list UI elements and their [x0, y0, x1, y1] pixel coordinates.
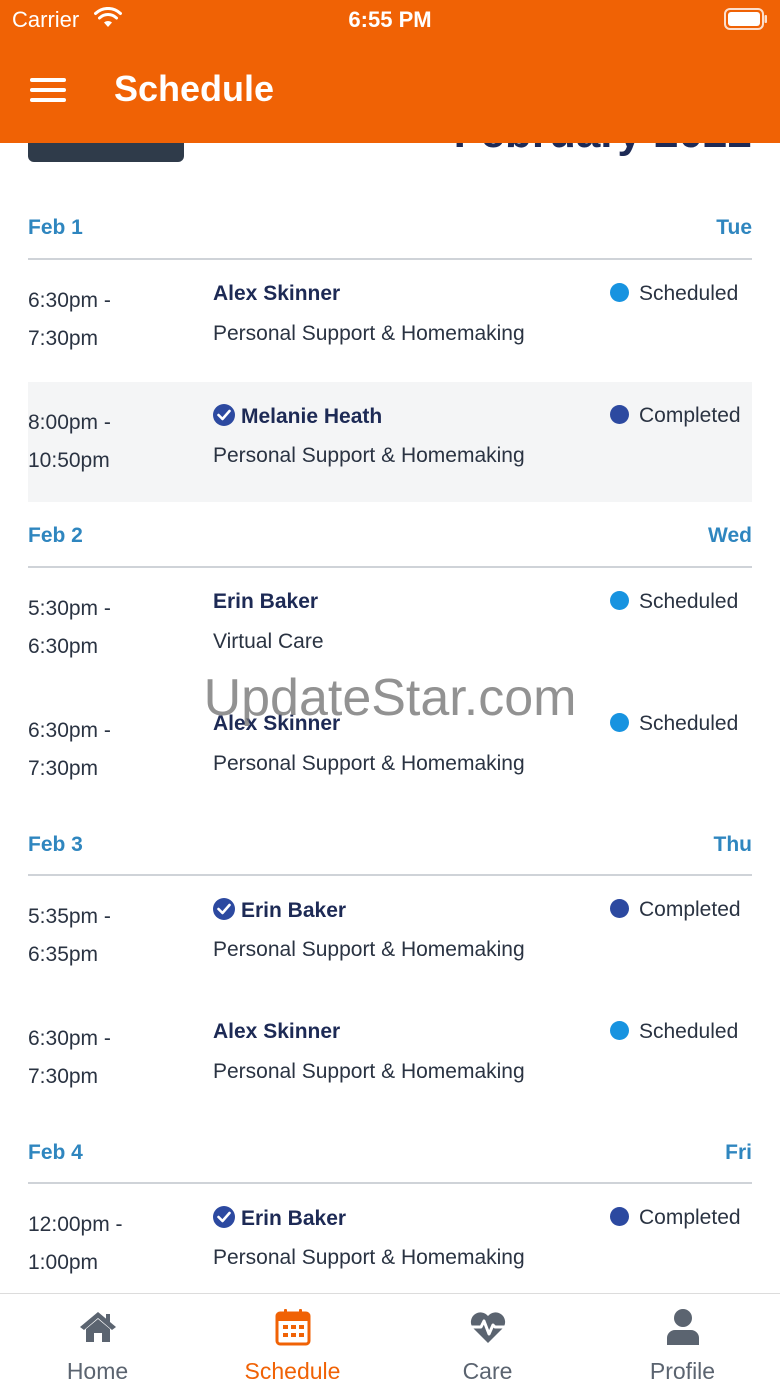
- verified-check-icon: [213, 898, 235, 920]
- day-header: Feb 3 Thu: [28, 833, 752, 869]
- caregiver-name: Erin Baker: [213, 898, 346, 923]
- status-text: Completed: [639, 898, 741, 921]
- day-weekday: Fri: [725, 1141, 752, 1164]
- watermark: UpdateStar.com: [203, 669, 577, 727]
- status-text: Scheduled: [639, 590, 739, 613]
- status-bar: Carrier 6:55 PM: [0, 0, 780, 42]
- visit-start: 8:00pm -: [28, 411, 111, 434]
- visit-time: 6:30pm - 7:30pm: [28, 1020, 178, 1096]
- status-dot-icon: [610, 405, 629, 424]
- visit-start: 12:00pm -: [28, 1213, 123, 1236]
- visit-end: 7:30pm: [28, 327, 99, 350]
- status-text: Completed: [639, 1206, 741, 1229]
- tab-label: Care: [462, 1358, 513, 1384]
- day-weekday: Tue: [716, 216, 752, 239]
- tab-label: Home: [66, 1358, 129, 1384]
- clock: 6:55 PM: [348, 7, 432, 32]
- status-text: Completed: [639, 404, 741, 427]
- visit-item[interactable]: 8:00pm - 10:50pm Melanie Heath Personal …: [28, 382, 752, 502]
- day-date: Feb 3: [28, 833, 83, 856]
- day-date: Feb 2: [28, 524, 83, 547]
- visit-item[interactable]: 12:00pm - 1:00pm Erin Baker Personal Sup…: [28, 1184, 752, 1304]
- battery-icon: [724, 8, 767, 30]
- tab-schedule[interactable]: Schedule: [195, 1294, 390, 1387]
- tab-care[interactable]: Care: [390, 1294, 585, 1387]
- person-icon: [667, 1309, 699, 1345]
- service-type: Personal Support & Homemaking: [213, 752, 525, 775]
- day-header: Feb 2 Wed: [28, 524, 752, 560]
- status-text: Scheduled: [639, 1020, 739, 1043]
- day-date: Feb 4: [28, 1141, 83, 1164]
- day-header: Feb 1 Tue: [28, 216, 752, 252]
- visit-end: 1:00pm: [28, 1251, 99, 1274]
- status-badge: Completed: [610, 898, 741, 922]
- verified-check-icon: [213, 404, 235, 426]
- page-title: Schedule: [114, 68, 275, 109]
- caregiver-name-text: Alex Skinner: [213, 282, 341, 305]
- heart-pulse-icon: [470, 1312, 506, 1343]
- caregiver-name-text: Melanie Heath: [241, 405, 383, 428]
- status-dot-icon: [610, 1021, 629, 1040]
- caregiver-name: Alex Skinner: [213, 1020, 340, 1044]
- caregiver-name-text: Alex Skinner: [213, 1020, 341, 1043]
- visit-start: 6:30pm -: [28, 1027, 111, 1050]
- status-badge: Completed: [610, 1206, 741, 1230]
- visit-time: 5:30pm - 6:30pm: [28, 590, 178, 666]
- visit-end: 10:50pm: [28, 449, 110, 472]
- service-type: Personal Support & Homemaking: [213, 938, 525, 961]
- caregiver-name-text: Erin Baker: [241, 899, 347, 922]
- service-type: Personal Support & Homemaking: [213, 1246, 525, 1269]
- service-type: Personal Support & Homemaking: [213, 444, 525, 467]
- caregiver-name-text: Erin Baker: [213, 590, 319, 613]
- tab-profile[interactable]: Profile: [585, 1294, 780, 1387]
- verified-check-icon: [213, 1206, 235, 1228]
- status-dot-icon: [610, 1207, 629, 1226]
- service-type: Virtual Care: [213, 630, 324, 653]
- home-icon: [80, 1312, 116, 1342]
- status-badge: Scheduled: [610, 590, 738, 614]
- caregiver-name: Erin Baker: [213, 1206, 346, 1231]
- calendar-icon: [275, 1309, 311, 1346]
- visit-item[interactable]: 6:30pm - 7:30pm Alex Skinner Personal Su…: [28, 998, 752, 1118]
- caregiver-name-text: Erin Baker: [241, 1207, 347, 1230]
- tab-label: Profile: [649, 1358, 716, 1384]
- tab-label: Schedule: [244, 1358, 341, 1384]
- status-badge: Completed: [610, 404, 741, 428]
- service-type: Personal Support & Homemaking: [213, 322, 525, 345]
- day-header: Feb 4 Fri: [28, 1141, 752, 1177]
- caregiver-name: Melanie Heath: [213, 404, 382, 429]
- visit-start: 5:35pm -: [28, 905, 111, 928]
- visit-time: 5:35pm - 6:35pm: [28, 898, 178, 974]
- visit-item[interactable]: 6:30pm - 7:30pm Alex Skinner Personal Su…: [28, 260, 752, 380]
- status-text: Scheduled: [639, 282, 739, 305]
- visit-time: 6:30pm - 7:30pm: [28, 282, 178, 358]
- status-dot-icon: [610, 899, 629, 918]
- day-date: Feb 1: [28, 216, 83, 239]
- day-weekday: Thu: [713, 833, 752, 856]
- visit-time: 8:00pm - 10:50pm: [28, 404, 178, 480]
- service-type: Personal Support & Homemaking: [213, 1060, 525, 1083]
- visit-start: 6:30pm -: [28, 289, 111, 312]
- status-dot-icon: [610, 283, 629, 302]
- caregiver-name: Alex Skinner: [213, 282, 340, 306]
- hamburger-menu-icon[interactable]: [30, 78, 66, 102]
- visit-end: 7:30pm: [28, 1065, 99, 1088]
- visit-end: 7:30pm: [28, 757, 99, 780]
- visit-time: 12:00pm - 1:00pm: [28, 1206, 178, 1282]
- tab-home[interactable]: Home: [0, 1294, 195, 1387]
- visit-item[interactable]: 5:35pm - 6:35pm Erin Baker Personal Supp…: [28, 876, 752, 996]
- visit-end: 6:35pm: [28, 943, 99, 966]
- status-dot-icon: [610, 591, 629, 610]
- visit-start: 5:30pm -: [28, 597, 111, 620]
- status-badge: Scheduled: [610, 282, 738, 306]
- bottom-tab-bar: Home Schedule Care Profile: [0, 1293, 780, 1387]
- day-weekday: Wed: [708, 524, 752, 547]
- caregiver-name: Erin Baker: [213, 590, 318, 614]
- app-header: Carrier 6:55 PM Schedule: [0, 0, 780, 143]
- status-badge: Scheduled: [610, 1020, 738, 1044]
- visit-end: 6:30pm: [28, 635, 99, 658]
